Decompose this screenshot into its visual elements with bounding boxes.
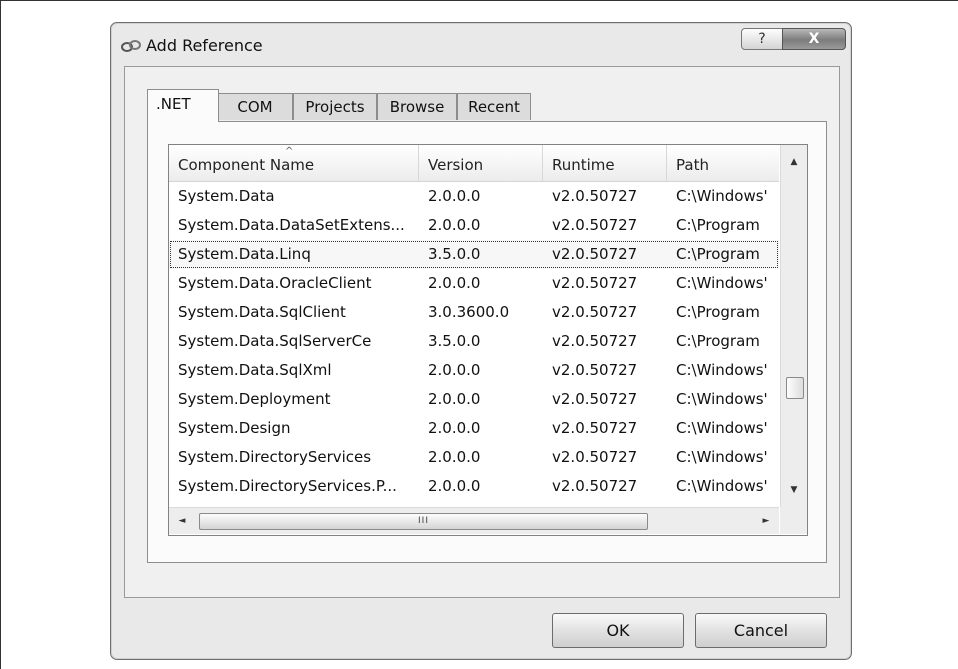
column-header-path[interactable]: Path <box>667 145 779 181</box>
cell-path: C:\Windows' <box>676 419 768 437</box>
vertical-scrollbar[interactable]: ▲ ▼ <box>780 145 807 507</box>
cell-path: C:\Windows' <box>676 274 768 292</box>
cell-component-name: System.Data.SqlXml <box>178 361 332 379</box>
cell-path: C:\Program <box>676 216 760 234</box>
cell-runtime: v2.0.50727 <box>552 303 638 321</box>
tab-com[interactable]: COM <box>217 93 293 120</box>
cell-version: 2.0.0.0 <box>428 390 481 408</box>
column-header-label: Component Name <box>178 156 315 174</box>
tab-projects[interactable]: Projects <box>293 93 377 120</box>
cell-runtime: v2.0.50727 <box>552 419 638 437</box>
table-row[interactable]: System.Deployment 2.0.0.0 v2.0.50727 C:\Win… <box>169 385 779 414</box>
cell-component-name: System.Data.DataSetExtens... <box>178 216 405 234</box>
cell-path: C:\Program <box>676 303 760 321</box>
tab-recent[interactable]: Recent <box>457 93 531 120</box>
cell-component-name: System.Data <box>178 187 275 205</box>
table-row[interactable]: System.DirectoryServices 2.0.0.0 v2.0.5072… <box>169 443 779 472</box>
scroll-down-arrow-icon[interactable]: ▼ <box>781 479 807 501</box>
figure-border-left <box>0 0 1 669</box>
cell-path: C:\Windows' <box>676 390 768 408</box>
cell-runtime: v2.0.50727 <box>552 477 638 495</box>
cell-component-name: System.Data.SqlServerCe <box>178 332 372 350</box>
cell-version: 3.5.0.0 <box>428 332 481 350</box>
cell-version: 2.0.0.0 <box>428 216 481 234</box>
sort-ascending-icon: ^ <box>285 146 294 157</box>
table-row[interactable]: System.Data.Linq 3.5.0.0 v2.0.50727 C:\Prog… <box>169 240 779 269</box>
cell-component-name: System.DirectoryServices.P... <box>178 477 397 495</box>
cell-runtime: v2.0.50727 <box>552 216 638 234</box>
scrollbar-corner <box>780 507 807 534</box>
dialog-client-area: COM Projects Browse Recent .NET ^ Compon… <box>124 66 840 648</box>
dialog-title: Add Reference <box>146 36 263 55</box>
cell-component-name: System.Deployment <box>178 390 331 408</box>
cell-version: 3.5.0.0 <box>428 245 481 263</box>
table-row[interactable]: System.Data.SqlXml 2.0.0.0 v2.0.50727 C:\Wi… <box>169 356 779 385</box>
title-bar: Add Reference ? X <box>111 23 851 63</box>
cell-version: 2.0.0.0 <box>428 477 481 495</box>
cell-runtime: v2.0.50727 <box>552 448 638 466</box>
close-button[interactable]: X <box>782 28 846 50</box>
tab-browse[interactable]: Browse <box>377 93 457 120</box>
cell-path: C:\Windows' <box>676 187 768 205</box>
horizontal-scroll-thumb[interactable]: III <box>199 513 648 530</box>
cell-path: C:\Program <box>676 332 760 350</box>
table-row[interactable]: System.Data.SqlServerCe 3.5.0.0 v2.0.50727… <box>169 327 779 356</box>
add-reference-dialog: Add Reference ? X COM Projects Browse Re… <box>110 22 852 660</box>
vertical-scroll-thumb[interactable] <box>786 377 804 399</box>
table-row[interactable]: System.DirectoryServices.P... 2.0.0.0 v2.0… <box>169 472 779 501</box>
scroll-right-arrow-icon[interactable]: ► <box>755 508 777 534</box>
figure-border-top <box>0 0 958 1</box>
cell-version: 2.0.0.0 <box>428 419 481 437</box>
cell-component-name: System.Data.Linq <box>178 245 311 263</box>
column-header-component-name[interactable]: ^ Component Name <box>169 145 419 181</box>
cell-version: 2.0.0.0 <box>428 448 481 466</box>
list-header: ^ Component Name Version Runtime Path <box>169 145 779 182</box>
cell-version: 2.0.0.0 <box>428 361 481 379</box>
cell-version: 3.0.3600.0 <box>428 303 510 321</box>
cell-version: 2.0.0.0 <box>428 274 481 292</box>
cell-runtime: v2.0.50727 <box>552 187 638 205</box>
cell-version: 2.0.0.0 <box>428 187 481 205</box>
table-row[interactable]: System.Design 2.0.0.0 v2.0.50727 C:\Windows… <box>169 414 779 443</box>
cell-path: C:\Program <box>676 245 760 263</box>
table-row[interactable]: System.Data.OracleClient 2.0.0.0 v2.0.5072… <box>169 269 779 298</box>
scroll-left-arrow-icon[interactable]: ◄ <box>171 508 193 534</box>
cell-path: C:\Windows' <box>676 361 768 379</box>
cell-runtime: v2.0.50727 <box>552 390 638 408</box>
cell-component-name: System.Data.OracleClient <box>178 274 372 292</box>
ok-button[interactable]: OK <box>552 613 684 648</box>
column-header-version[interactable]: Version <box>419 145 543 181</box>
reference-chain-icon <box>121 40 141 52</box>
tab-dotnet[interactable]: .NET <box>147 89 219 122</box>
tab-page-dotnet: ^ Component Name Version Runtime Path Sy… <box>147 121 827 563</box>
cell-component-name: System.Design <box>178 419 291 437</box>
cancel-button[interactable]: Cancel <box>695 613 827 648</box>
cell-component-name: System.DirectoryServices <box>178 448 372 466</box>
table-row[interactable]: System.Data.SqlClient 3.0.3600.0 v2.0.5072… <box>169 298 779 327</box>
cell-runtime: v2.0.50727 <box>552 245 638 263</box>
cell-path: C:\Windows' <box>676 477 768 495</box>
component-list[interactable]: ^ Component Name Version Runtime Path Sy… <box>168 144 808 536</box>
table-row[interactable]: System.Data 2.0.0.0 v2.0.50727 C:\Windows' <box>169 182 779 211</box>
cell-runtime: v2.0.50727 <box>552 361 638 379</box>
cell-component-name: System.Data.SqlClient <box>178 303 346 321</box>
column-header-runtime[interactable]: Runtime <box>543 145 667 181</box>
horizontal-scrollbar[interactable]: ◄ III ► <box>169 507 779 534</box>
scroll-up-arrow-icon[interactable]: ▲ <box>781 151 807 173</box>
help-button[interactable]: ? <box>741 28 783 50</box>
cell-path: C:\Windows' <box>676 448 768 466</box>
cell-runtime: v2.0.50727 <box>552 274 638 292</box>
cell-runtime: v2.0.50727 <box>552 332 638 350</box>
table-row[interactable]: System.Data.DataSetExtens... 2.0.0.0 v2.0.… <box>169 211 779 240</box>
